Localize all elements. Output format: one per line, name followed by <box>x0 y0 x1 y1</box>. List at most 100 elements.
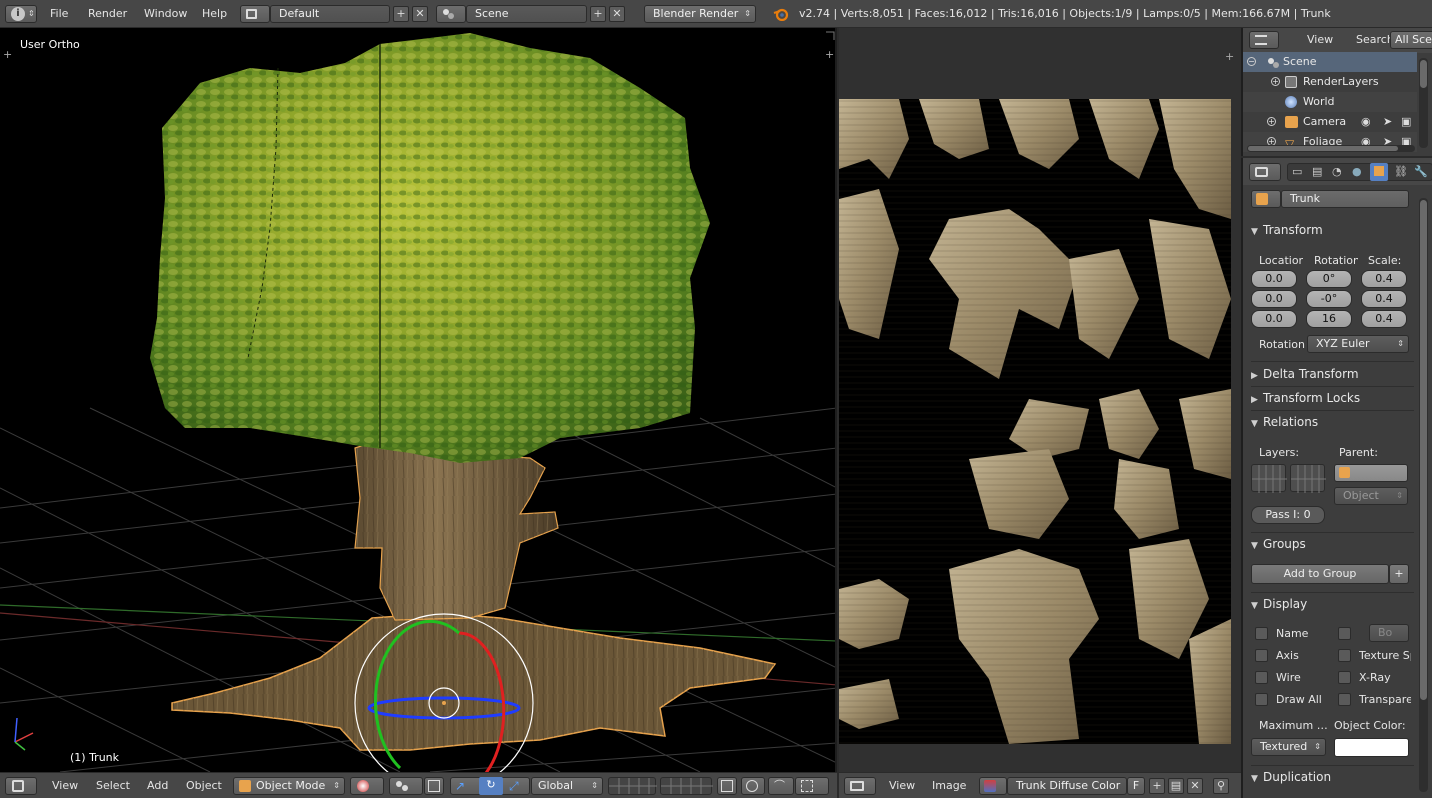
outliner-row-scene[interactable]: − Scene <box>1243 52 1417 72</box>
outliner-row-renderlayers[interactable]: + RenderLayers <box>1243 72 1417 92</box>
world-tab-icon[interactable]: ● <box>1352 165 1362 178</box>
outliner-row-world[interactable]: World <box>1243 92 1417 112</box>
area-split-icon[interactable]: + <box>1225 50 1234 63</box>
viewport-scene[interactable]: + + <box>0 28 837 772</box>
menu-add[interactable]: Add <box>147 777 168 795</box>
properties-scroll-thumb[interactable] <box>1420 200 1427 700</box>
editor-type-outliner-button[interactable] <box>1249 31 1279 49</box>
outliner[interactable]: View Search All Scenes − Scene + RenderL… <box>1241 28 1432 156</box>
manipulator-toggle[interactable] <box>424 777 444 795</box>
eye-icon[interactable]: ◉ <box>1361 112 1371 132</box>
scene-field[interactable]: Scene <box>466 5 587 23</box>
display-panel-header[interactable]: ▼ Display <box>1251 593 1414 615</box>
unlink-image-button[interactable]: ✕ <box>1187 778 1203 794</box>
cursor-select-icon[interactable]: ➤ <box>1383 112 1392 132</box>
parent-object-field[interactable] <box>1334 464 1408 482</box>
viewport-shading-dropdown[interactable] <box>350 777 384 795</box>
transform-panel-header[interactable]: ▼ Transform <box>1251 219 1414 241</box>
editor-type-image-button[interactable] <box>844 777 876 795</box>
transform-locks-panel-header[interactable]: ▶ Transform Locks <box>1251 387 1414 409</box>
pivot-point-dropdown[interactable] <box>389 777 423 795</box>
open-image-button[interactable]: ▤ <box>1168 778 1184 794</box>
menu-render[interactable]: Render <box>88 5 127 23</box>
display-xray-checkbox[interactable] <box>1338 671 1351 684</box>
uv-texture-image[interactable] <box>839 99 1231 744</box>
menu-help[interactable]: Help <box>202 5 227 23</box>
transform-orientation-dropdown[interactable]: Global ⇕ <box>531 777 603 795</box>
lock-layers-toggle[interactable] <box>717 777 737 795</box>
rotation-x-field[interactable]: 0° <box>1306 270 1352 288</box>
scene-layers-group-2[interactable] <box>660 777 713 795</box>
maximum-draw-type-dropdown[interactable]: Textured ⇕ <box>1251 738 1326 756</box>
screen-layout-selector[interactable] <box>240 5 270 23</box>
screen-layout-field[interactable]: Default <box>270 5 390 23</box>
delete-scene-button[interactable]: ✕ <box>609 6 625 22</box>
scale-x-field[interactable]: 0.4 <box>1361 270 1407 288</box>
add-scene-button[interactable]: + <box>590 6 606 22</box>
menu-object[interactable]: Object <box>186 777 222 795</box>
duplication-panel-header[interactable]: ▼ Duplication <box>1251 766 1414 788</box>
menu-search[interactable]: Search <box>1356 31 1394 49</box>
delta-transform-panel-header[interactable]: ▶ Delta Transform <box>1251 363 1414 385</box>
proportional-edit-toggle[interactable] <box>741 777 765 795</box>
fake-user-toggle[interactable]: F <box>1127 777 1145 795</box>
location-y-field[interactable]: 0.0 <box>1251 290 1297 308</box>
scale-y-field[interactable]: 0.4 <box>1361 290 1407 308</box>
outliner-hscrollbar[interactable] <box>1247 145 1415 152</box>
transform-manipulator-types[interactable]: ↗ ↻ ⤢ <box>450 777 530 795</box>
renderlayers-icon[interactable]: ▤ <box>1312 165 1322 178</box>
rotation-z-field[interactable]: 16 <box>1306 310 1352 328</box>
add-to-group-button[interactable]: Add to Group <box>1251 564 1389 584</box>
properties-editor[interactable]: ▭ ▤ ◔ ● ⛓ 🔧 Trunk ▼ Transform Location: R… <box>1241 158 1432 798</box>
display-mode-dropdown[interactable]: All Scenes <box>1390 31 1432 49</box>
snap-element-dropdown[interactable] <box>795 777 829 795</box>
location-x-field[interactable]: 0.0 <box>1251 270 1297 288</box>
modifiers-wrench-icon[interactable]: 🔧 <box>1414 165 1428 178</box>
menu-view[interactable]: View <box>889 777 915 795</box>
menu-select[interactable]: Select <box>96 777 130 795</box>
image-name-field[interactable]: Trunk Diffuse Color <box>1007 777 1127 795</box>
pass-index-field[interactable]: Pass I: 0 <box>1251 506 1325 524</box>
3d-viewport[interactable]: + + User Ortho (1) Trunk <box>0 28 837 772</box>
relations-panel-header[interactable]: ▼ Relations <box>1251 411 1414 433</box>
new-image-button[interactable]: + <box>1149 778 1165 794</box>
render-engine-dropdown[interactable]: Blender Render ⇕ <box>644 5 756 23</box>
properties-scrollbar[interactable] <box>1419 198 1428 792</box>
mode-dropdown[interactable]: Object Mode ⇕ <box>233 777 345 795</box>
editor-type-3dview-button[interactable] <box>5 777 37 795</box>
display-bounds-checkbox[interactable] <box>1338 627 1351 640</box>
display-name-checkbox[interactable] <box>1255 627 1268 640</box>
rotation-y-field[interactable]: -0° <box>1306 290 1352 308</box>
scene-selector[interactable] <box>436 5 466 23</box>
menu-view[interactable]: View <box>1307 31 1333 49</box>
menu-view[interactable]: View <box>52 777 78 795</box>
uv-image-editor[interactable]: + <box>839 28 1241 772</box>
menu-window[interactable]: Window <box>144 5 187 23</box>
display-transparency-checkbox[interactable] <box>1338 693 1351 706</box>
scene-tab-icon[interactable]: ◔ <box>1332 165 1342 178</box>
object-browse-button[interactable] <box>1251 190 1281 208</box>
parent-type-dropdown[interactable]: Object ⇕ <box>1334 487 1408 505</box>
rotation-mode-dropdown[interactable]: XYZ Euler ⇕ <box>1307 335 1409 353</box>
editor-type-info-button[interactable]: i ⇕ <box>5 5 37 23</box>
object-color-swatch[interactable] <box>1334 738 1409 757</box>
scene-layers-group-1[interactable] <box>608 777 657 795</box>
render-icon[interactable]: ▭ <box>1292 165 1302 178</box>
groups-panel-header[interactable]: ▼ Groups <box>1251 533 1414 555</box>
image-browse-button[interactable] <box>979 777 1007 795</box>
editor-type-properties-button[interactable] <box>1249 163 1281 181</box>
object-name-field[interactable]: Trunk <box>1281 190 1409 208</box>
object-tab-icon[interactable] <box>1370 163 1388 181</box>
display-drawall-checkbox[interactable] <box>1255 693 1268 706</box>
add-screen-button[interactable]: + <box>393 6 409 22</box>
display-axis-checkbox[interactable] <box>1255 649 1268 662</box>
object-layers-grid-1[interactable] <box>1251 464 1287 493</box>
outliner-hscroll-thumb[interactable] <box>1248 146 1398 151</box>
outliner-row-camera[interactable]: + Camera ◉ ➤ ▣ <box>1243 112 1417 132</box>
location-z-field[interactable]: 0.0 <box>1251 310 1297 328</box>
constraints-icon[interactable]: ⛓ <box>1394 165 1408 178</box>
object-layers-grid-2[interactable] <box>1290 464 1326 493</box>
outliner-scroll-thumb[interactable] <box>1420 60 1427 88</box>
scale-z-field[interactable]: 0.4 <box>1361 310 1407 328</box>
add-group-plus-button[interactable]: + <box>1389 564 1409 584</box>
